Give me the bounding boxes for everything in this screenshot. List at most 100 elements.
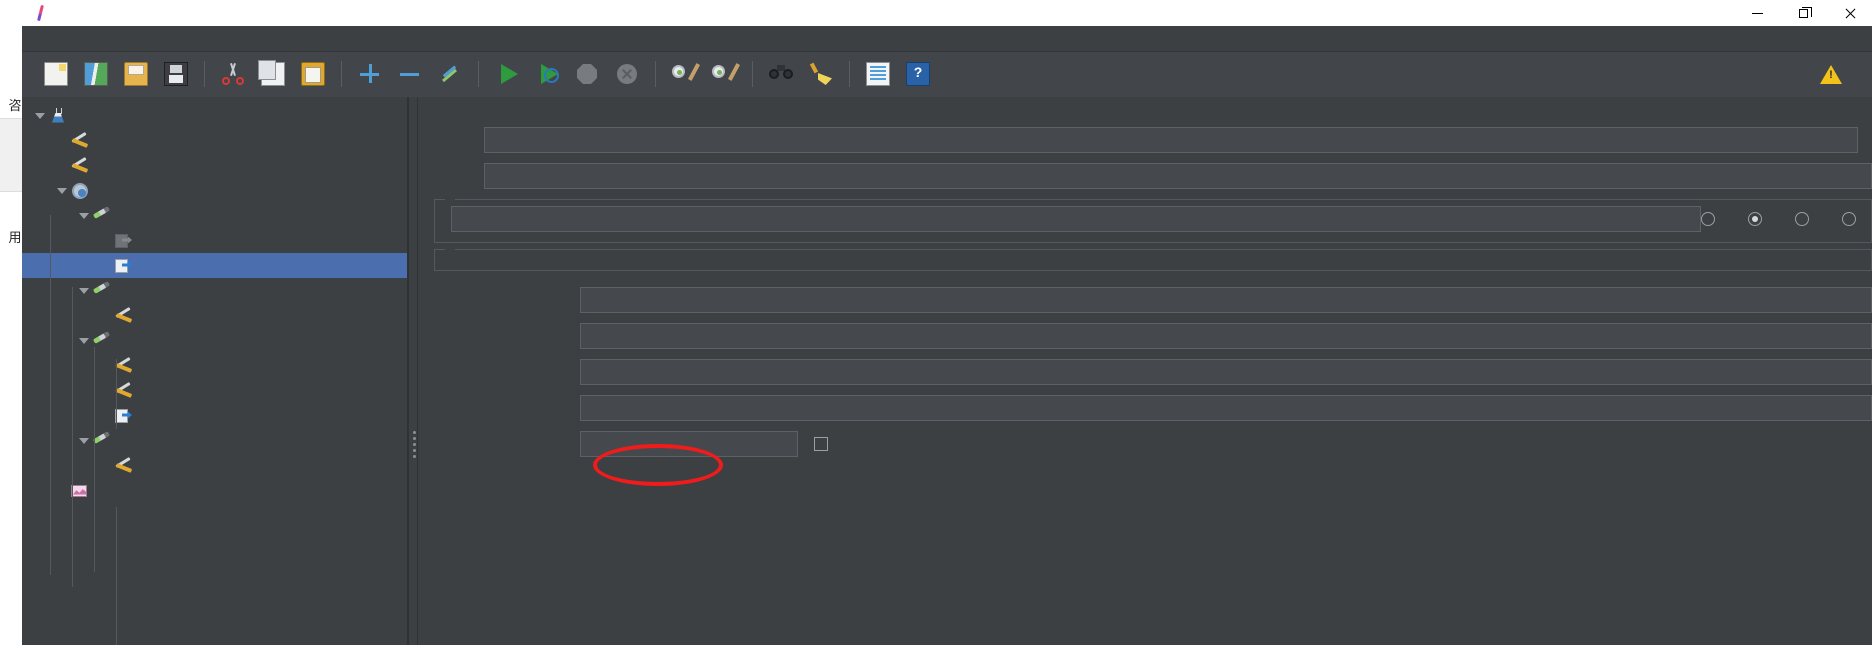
jmeter-variable-name-input[interactable] <box>451 206 1701 232</box>
tree-node[interactable] <box>22 128 407 153</box>
tree-node[interactable] <box>22 103 407 128</box>
default-value-input[interactable] <box>580 431 798 457</box>
tree-node[interactable] <box>22 178 407 203</box>
warning-triangle-icon[interactable] <box>1820 65 1842 84</box>
tree-node[interactable] <box>22 203 407 228</box>
name-input[interactable] <box>484 127 1858 153</box>
menu-item-3[interactable] <box>88 37 106 41</box>
radio-option[interactable] <box>1748 212 1769 226</box>
radio-button[interactable] <box>1842 212 1856 226</box>
start-no-pauses-button[interactable] <box>530 57 564 91</box>
paste-button[interactable] <box>296 57 330 91</box>
tree-node[interactable] <box>22 478 407 503</box>
test-plan-tree[interactable] <box>22 97 408 645</box>
expand-caret-icon[interactable] <box>54 187 70 194</box>
expand-caret-icon[interactable] <box>32 112 48 119</box>
toolbar <box>22 52 1872 97</box>
tree-node[interactable] <box>22 253 407 278</box>
radio-button[interactable] <box>1748 212 1762 226</box>
tree-node[interactable] <box>22 378 407 403</box>
shutdown-icon <box>617 64 637 84</box>
new-button[interactable] <box>39 57 73 91</box>
help-button[interactable] <box>901 57 935 91</box>
tree-node[interactable] <box>22 453 407 478</box>
jmeter-window <box>22 0 1872 645</box>
menu-item-6[interactable] <box>142 37 160 41</box>
tree-node[interactable] <box>22 403 407 428</box>
tree-node[interactable] <box>22 428 407 453</box>
reset-search-button[interactable] <box>804 57 838 91</box>
remove-button[interactable] <box>393 57 427 91</box>
remove-icon <box>398 62 422 86</box>
radio-button[interactable] <box>1795 212 1809 226</box>
default-value-row <box>432 431 1872 457</box>
copy-button[interactable] <box>256 57 290 91</box>
menu-item-5[interactable] <box>124 37 142 41</box>
tree-guide-line <box>116 597 117 645</box>
radio-option[interactable] <box>1701 212 1722 226</box>
clear-all-icon <box>712 62 740 86</box>
minimize-icon <box>1751 12 1763 14</box>
regex-input[interactable] <box>580 323 1872 349</box>
menu-item-2[interactable] <box>70 37 88 41</box>
menu-item-0[interactable] <box>34 37 52 41</box>
stop-icon <box>577 64 597 84</box>
refname-input[interactable] <box>580 287 1872 313</box>
add-icon <box>358 62 382 86</box>
splitter-grip <box>413 431 416 461</box>
clear-all-button[interactable] <box>707 57 741 91</box>
tree-node[interactable] <box>22 328 407 353</box>
toolbar-separator <box>341 61 342 87</box>
main-content <box>22 97 1872 645</box>
radio-option[interactable] <box>1795 212 1816 226</box>
shutdown-button[interactable] <box>610 57 644 91</box>
template-input[interactable] <box>580 359 1872 385</box>
cut-button[interactable] <box>216 57 250 91</box>
clear-button[interactable] <box>667 57 701 91</box>
tree-node[interactable] <box>22 353 407 378</box>
function-helper-button[interactable] <box>861 57 895 91</box>
menu-item-4[interactable] <box>106 37 124 41</box>
title-bar <box>22 0 1872 26</box>
use-empty-default-checkbox[interactable] <box>814 437 828 451</box>
expand-caret-icon[interactable] <box>76 437 92 444</box>
expand-caret-icon[interactable] <box>76 287 92 294</box>
tree-node-icon <box>92 430 112 450</box>
match-number-input[interactable] <box>580 395 1872 421</box>
stop-button[interactable] <box>570 57 604 91</box>
tree-node[interactable] <box>22 303 407 328</box>
toggle-button[interactable] <box>433 57 467 91</box>
tree-node-icon <box>70 156 90 175</box>
tree-node-icon <box>92 330 112 350</box>
comment-input[interactable] <box>484 163 1872 189</box>
tree-node[interactable] <box>22 278 407 303</box>
tree-node[interactable] <box>22 228 407 253</box>
panel-splitter[interactable] <box>408 97 418 645</box>
add-button[interactable] <box>353 57 387 91</box>
tree-node-icon <box>70 182 90 200</box>
radio-option[interactable] <box>1842 212 1863 226</box>
minimize-button[interactable] <box>1734 0 1780 26</box>
menu-item-1[interactable] <box>52 37 70 41</box>
toolbar-status <box>1804 52 1858 97</box>
start-no-pauses-icon <box>540 64 559 84</box>
comment-row <box>432 163 1872 189</box>
start-button[interactable] <box>490 57 524 91</box>
search-button[interactable] <box>764 57 798 91</box>
tree-guide-line <box>72 287 73 587</box>
templates-button[interactable] <box>79 57 113 91</box>
refname-row <box>432 287 1872 313</box>
tree-node-icon <box>114 356 134 375</box>
toolbar-separator <box>752 61 753 87</box>
expand-caret-icon[interactable] <box>76 212 92 219</box>
expand-caret-icon[interactable] <box>76 337 92 344</box>
close-button[interactable] <box>1826 0 1872 26</box>
radio-button[interactable] <box>1701 212 1715 226</box>
maximize-button[interactable] <box>1780 0 1826 26</box>
reset-search-icon <box>809 62 833 86</box>
apply-to-group <box>434 199 1872 243</box>
tree-node[interactable] <box>22 153 407 178</box>
window-controls <box>1734 0 1872 26</box>
open-button[interactable] <box>119 57 153 91</box>
save-button[interactable] <box>159 57 193 91</box>
